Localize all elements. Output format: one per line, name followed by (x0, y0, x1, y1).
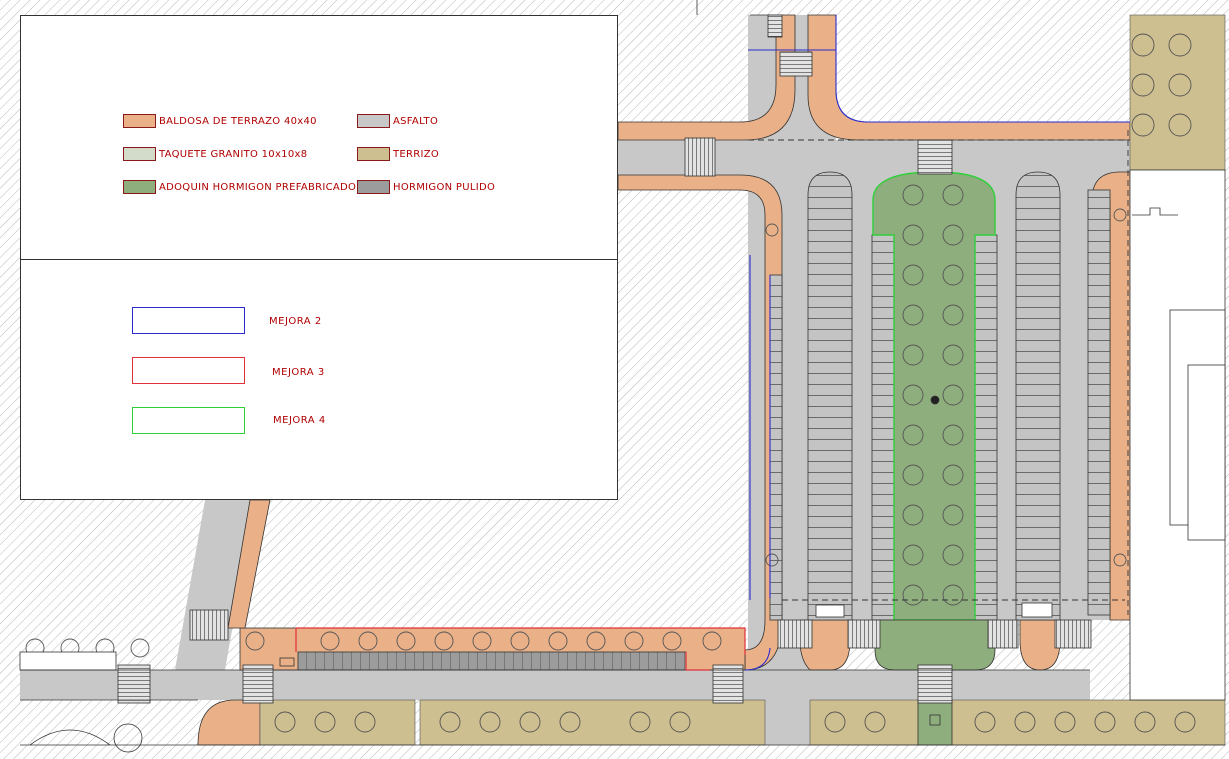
terrizo-swatch (357, 147, 390, 161)
mejora-4-swatch (132, 407, 245, 434)
legend-item-adoquin: ADOQUIN HORMIGON PREFABRICADO (123, 179, 356, 195)
mejora-3-label: MEJORA 3 (272, 367, 325, 378)
legend-item-terrizo: TERRIZO (357, 146, 439, 162)
legend-label: ASFALTO (393, 115, 439, 127)
mejora-3-swatch (132, 357, 245, 384)
asfalto-swatch (357, 114, 390, 128)
mejora-2-label: MEJORA 2 (269, 316, 322, 327)
taquete-swatch (123, 147, 156, 161)
legend-label: HORMIGON PULIDO (393, 181, 496, 193)
legend-item-hormigon: HORMIGON PULIDO (357, 179, 495, 195)
legend-label: TERRIZO (393, 148, 440, 160)
legend-label: TAQUETE GRANITO 10x10x8 (159, 148, 308, 160)
legend-item-baldosa: BALDOSA DE TERRAZO 40x40 (123, 113, 317, 129)
legend-label: ADOQUIN HORMIGON PREFABRICADO (159, 181, 357, 193)
legend-item-taquete: TAQUETE GRANITO 10x10x8 (123, 146, 307, 162)
legend-panel: BALDOSA DE TERRAZO 40x40 TAQUETE GRANITO… (20, 15, 618, 500)
baldosa-swatch (123, 114, 156, 128)
mejora-4-label: MEJORA 4 (273, 415, 326, 426)
adoquin-swatch (123, 180, 156, 194)
legend-label: BALDOSA DE TERRAZO 40x40 (159, 115, 317, 127)
legend-divider (21, 259, 617, 260)
mejora-2-swatch (132, 307, 245, 334)
hormigon-swatch (357, 180, 390, 194)
legend-item-asfalto: ASFALTO (357, 113, 438, 129)
